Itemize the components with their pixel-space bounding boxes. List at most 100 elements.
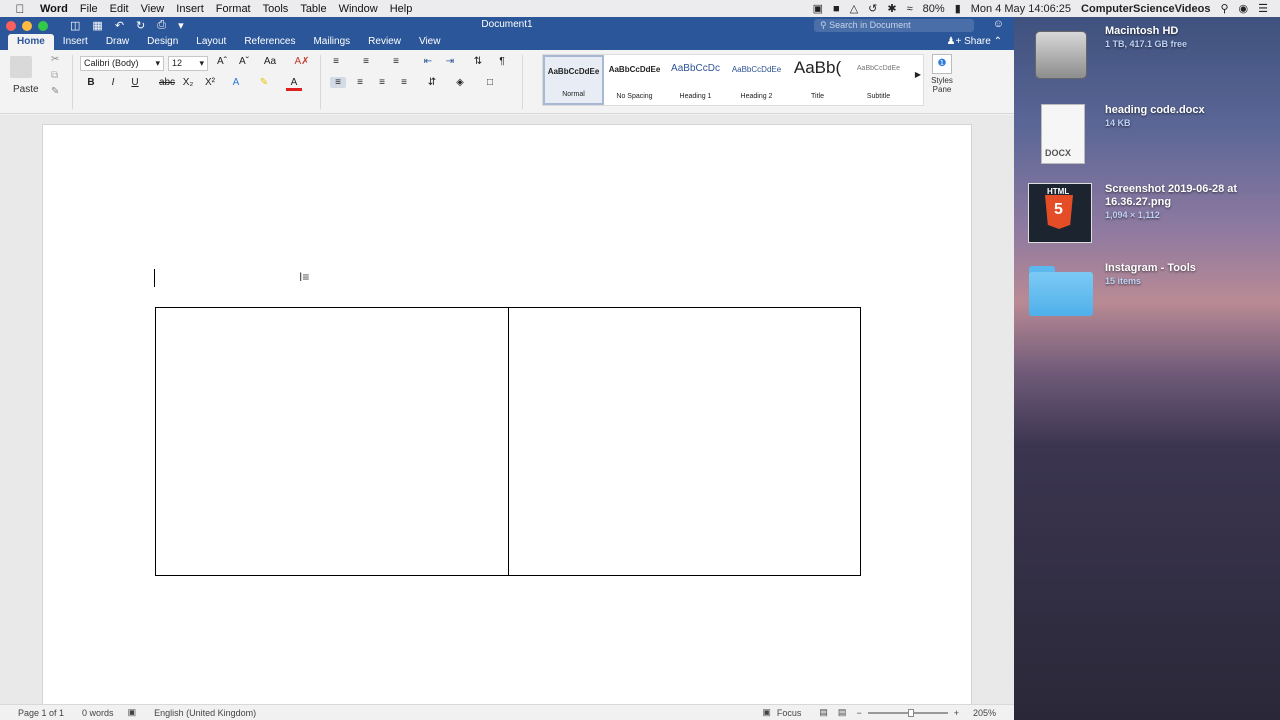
chat-icon[interactable]: ■ [833,3,840,15]
sort-icon[interactable]: ⇅ [470,56,486,67]
decrease-indent-icon[interactable]: ⇤ [420,56,436,67]
style-heading-1[interactable]: AaBbCcDc Heading 1 [665,55,726,105]
tab-home[interactable]: Home [8,34,54,50]
feedback-smiley-icon[interactable]: ☺ [993,18,1004,30]
desktop-item[interactable]: Instagram - Tools 15 items [1027,262,1196,322]
multilevel-list-icon[interactable]: ≡ [388,56,404,67]
bluetooth-icon[interactable]: ✱ [887,2,896,15]
format-painter-icon[interactable]: ✎ [51,86,59,97]
menu-view[interactable]: View [141,3,174,15]
strikethrough-icon[interactable]: abc [157,77,177,88]
document-table[interactable] [155,307,861,576]
bullets-icon[interactable]: ≡ [328,56,344,67]
font-color-icon[interactable]: A [286,77,302,91]
show-formatting-icon[interactable]: ¶ [494,56,510,67]
text-effects-icon[interactable]: A [228,77,244,88]
style-subtitle[interactable]: AaBbCcDdEe Subtitle [848,55,909,105]
tab-review[interactable]: Review [359,36,410,50]
tab-draw[interactable]: Draw [97,36,138,50]
paste-button[interactable]: Paste [13,84,39,95]
bold-icon[interactable]: B [83,77,99,88]
undo-icon[interactable]: ↶ [115,19,124,32]
style-title[interactable]: AaBb( Title [787,55,848,105]
styles-pane-button[interactable]: Styles Pane [928,76,956,94]
paste-icon[interactable] [10,56,32,78]
styles-pane-icon[interactable]: ❶ [932,54,952,74]
proofing-icon[interactable]: ▣ [128,707,137,718]
clear-formatting-icon[interactable]: A✗ [294,56,310,67]
spotlight-icon[interactable]: ⚲ [1220,2,1228,15]
change-case-icon[interactable]: Aa [262,56,278,67]
screen-record-icon[interactable]: ▣ [813,2,823,15]
zoom-slider-thumb[interactable] [907,708,914,717]
save-icon[interactable]: ▦ [92,19,102,32]
language-status[interactable]: English (United Kingdom) [154,708,256,718]
notification-center-icon[interactable]: ☰ [1258,2,1268,15]
user-name[interactable]: ComputerScienceVideos [1081,3,1210,15]
page-count[interactable]: Page 1 of 1 [18,708,64,718]
document-canvas[interactable]: I≡ [0,115,1014,720]
borders-icon[interactable]: □ [482,77,498,88]
zoom-slider[interactable] [867,708,948,717]
close-window-icon[interactable] [6,20,16,31]
copy-icon[interactable]: ⧉ [51,70,58,81]
word-count[interactable]: 0 words [82,708,114,718]
dropbox-icon[interactable]: △ [850,2,858,15]
apple-menu-icon[interactable]:  [0,2,40,16]
desktop-item[interactable]: Macintosh HD 1 TB, 417.1 GB free [1027,25,1187,85]
font-size-select[interactable]: 12 ▾ [168,56,208,71]
italic-icon[interactable]: I [105,77,121,88]
tab-design[interactable]: Design [138,36,187,50]
line-spacing-icon[interactable]: ⇵ [424,77,440,88]
menu-file[interactable]: File [80,3,107,15]
table-cell[interactable] [156,308,508,575]
print-layout-icon[interactable]: ▤ [819,707,828,718]
numbering-icon[interactable]: ≡ [358,56,374,67]
battery-icon[interactable]: ▮ [955,2,961,15]
share-button[interactable]: ♟+ Share ⌃ [947,36,1002,47]
cut-icon[interactable]: ✂ [51,54,59,65]
focus-icon[interactable]: ▣ [762,707,771,718]
underline-icon[interactable]: U [127,77,143,88]
tab-view[interactable]: View [410,36,450,50]
superscript-icon[interactable]: X² [202,77,218,88]
siri-icon[interactable]: ◉ [1239,2,1249,15]
align-center-icon[interactable]: ≡ [352,77,368,88]
customize-toolbar-icon[interactable]: ▾ [178,19,184,32]
menu-window[interactable]: Window [339,3,387,15]
tab-insert[interactable]: Insert [54,36,97,50]
focus-button[interactable]: Focus [777,708,802,718]
tab-layout[interactable]: Layout [187,36,235,50]
menu-format[interactable]: Format [216,3,260,15]
align-right-icon[interactable]: ≡ [374,77,390,88]
sidebar-toggle-icon[interactable]: ◫ [70,19,80,32]
wifi-icon[interactable]: ≈ [907,3,913,15]
minimize-window-icon[interactable] [22,20,32,31]
menu-word[interactable]: Word [40,3,77,15]
search-in-document-input[interactable]: ⚲ Search in Document [814,19,974,32]
menu-tools[interactable]: Tools [263,3,298,15]
redo-icon[interactable]: ↻ [136,19,145,32]
desktop-item[interactable]: DOCX heading code.docx 14 KB [1027,104,1205,164]
menu-insert[interactable]: Insert [176,3,213,15]
zoom-out-icon[interactable]: − [856,708,861,718]
menu-help[interactable]: Help [390,3,422,15]
time-machine-icon[interactable]: ↺ [868,2,877,15]
grow-font-icon[interactable]: Aˆ [214,56,230,67]
document-page[interactable]: I≡ [42,124,972,720]
tab-mailings[interactable]: Mailings [304,36,359,50]
tab-references[interactable]: References [235,36,304,50]
shading-icon[interactable]: ◈ [452,77,468,88]
style-no-spacing[interactable]: AaBbCcDdEe No Spacing [604,55,665,105]
font-name-select[interactable]: Calibri (Body) ▾ [80,56,164,71]
menu-table[interactable]: Table [300,3,335,15]
desktop-item[interactable]: HTML 5 Screenshot 2019-06-28 at 16.36.27… [1027,183,1275,243]
style-heading-2[interactable]: AaBbCcDdEe Heading 2 [726,55,787,105]
increase-indent-icon[interactable]: ⇥ [442,56,458,67]
zoom-level[interactable]: 205% [973,708,996,718]
justify-icon[interactable]: ≡ [396,77,412,88]
styles-gallery-more-icon[interactable]: ▶ [910,70,926,79]
subscript-icon[interactable]: X₂ [180,77,196,88]
zoom-window-icon[interactable] [38,20,48,31]
highlight-icon[interactable]: ✎ [256,77,272,88]
